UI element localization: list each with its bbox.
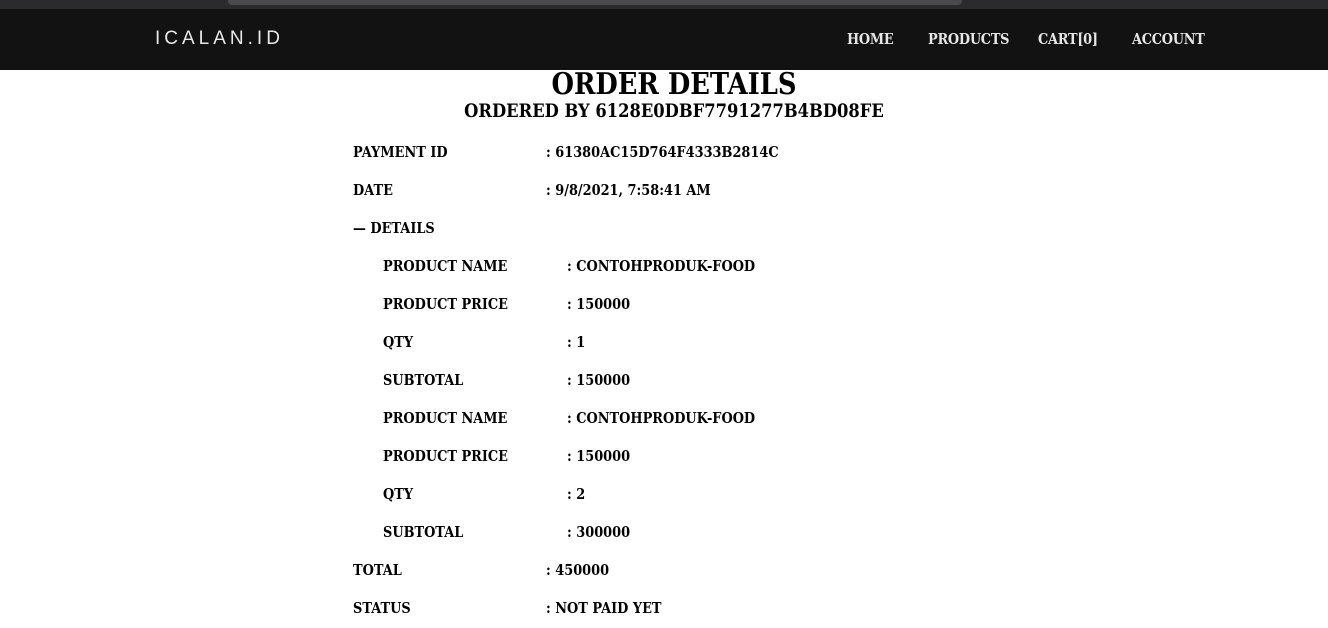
details-toggle-label[interactable]: — DETAILS <box>353 217 435 239</box>
product-price-label: PRODUCT PRICE <box>383 447 509 465</box>
browser-top-strip <box>0 0 1328 9</box>
status-value: : NOT PAID YET <box>546 599 662 617</box>
browser-url-bar[interactable] <box>228 0 962 5</box>
order-details-content: ORDER DETAILS ORDERED BY 6128E0DBF779127… <box>0 67 1328 628</box>
subtotal-label: SUBTOTAL <box>383 371 464 389</box>
total-label: TOTAL <box>353 561 402 579</box>
qty-label: QTY <box>383 333 414 351</box>
nav-account-link[interactable]: ACCOUNT <box>1132 29 1205 49</box>
product-name-label: PRODUCT NAME <box>383 409 508 427</box>
status-row: STATUS : NOT PAID YET <box>0 597 1328 619</box>
item-2-subtotal-row: SUBTOTAL : 300000 <box>0 521 1328 543</box>
product-name-label: PRODUCT NAME <box>383 257 508 275</box>
product-price-value: : 150000 <box>567 447 631 465</box>
item-1-subtotal-row: SUBTOTAL : 150000 <box>0 369 1328 391</box>
payment-id-row: PAYMENT ID : 61380AC15D764F4333B2814C <box>0 141 1328 163</box>
qty-label: QTY <box>383 485 414 503</box>
total-value: : 450000 <box>546 561 610 579</box>
item-1-price-row: PRODUCT PRICE : 150000 <box>0 293 1328 315</box>
date-row: DATE : 9/8/2021, 7:58:41 AM <box>0 179 1328 201</box>
payment-id-value: : 61380AC15D764F4333B2814C <box>546 143 779 161</box>
nav-products-link[interactable]: PRODUCTS <box>928 29 1009 49</box>
ordered-by-subtitle: ORDERED BY 6128E0DBF7791277B4BD08FE <box>464 100 884 122</box>
item-1-name-row: PRODUCT NAME : CONTOHPRODUK-FOOD <box>0 255 1328 277</box>
date-label: DATE <box>353 181 393 199</box>
total-row: TOTAL : 450000 <box>0 559 1328 581</box>
qty-value: : 1 <box>567 333 586 351</box>
nav-links: HOME PRODUCTS CART[0] ACCOUNT <box>0 29 1328 51</box>
payment-id-label: PAYMENT ID <box>353 143 448 161</box>
qty-value: : 2 <box>567 485 586 503</box>
item-2-price-row: PRODUCT PRICE : 150000 <box>0 445 1328 467</box>
item-2-qty-row: QTY : 2 <box>0 483 1328 505</box>
details-toggle[interactable]: — DETAILS <box>0 217 600 239</box>
nav-home-link[interactable]: HOME <box>847 29 894 49</box>
product-price-label: PRODUCT PRICE <box>383 295 509 313</box>
item-1-qty-row: QTY : 1 <box>0 331 1328 353</box>
status-label: STATUS <box>353 599 411 617</box>
product-name-value: : CONTOHPRODUK-FOOD <box>567 257 756 275</box>
product-name-value: : CONTOHPRODUK-FOOD <box>567 409 756 427</box>
item-2-name-row: PRODUCT NAME : CONTOHPRODUK-FOOD <box>0 407 1328 429</box>
subtotal-value: : 300000 <box>567 523 631 541</box>
nav-cart-link[interactable]: CART[0] <box>1038 29 1098 49</box>
navbar: ICALAN.ID HOME PRODUCTS CART[0] ACCOUNT <box>0 9 1328 70</box>
date-value: : 9/8/2021, 7:58:41 AM <box>546 181 711 199</box>
subtotal-value: : 150000 <box>567 371 631 389</box>
subtotal-label: SUBTOTAL <box>383 523 464 541</box>
page-title: ORDER DETAILS <box>551 67 797 102</box>
product-price-value: : 150000 <box>567 295 631 313</box>
